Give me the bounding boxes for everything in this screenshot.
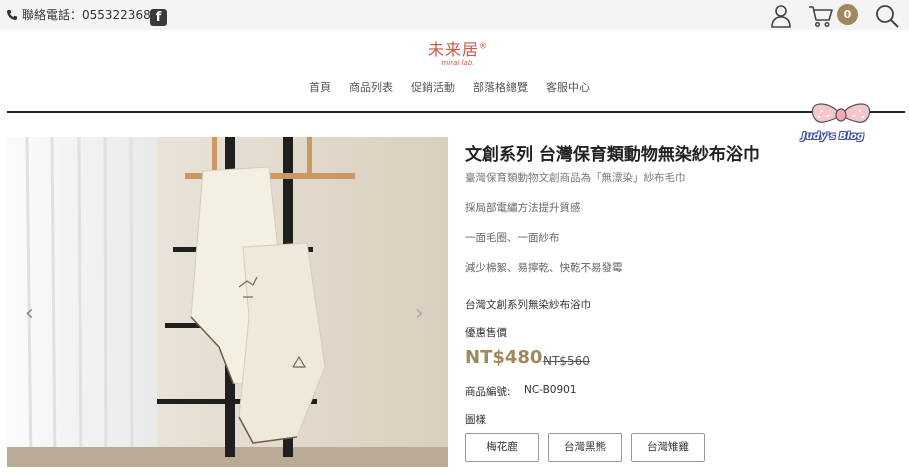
product-feature: 減少棉絮、易擰乾、快乾不易發霉 bbox=[465, 262, 623, 274]
pattern-option-bear[interactable]: 台灣黑熊 bbox=[548, 433, 622, 462]
cart-count-badge[interactable]: 0 bbox=[837, 4, 858, 25]
pattern-options: 梅花鹿 台灣黑熊 台灣雉雞 bbox=[465, 433, 705, 462]
gallery-next-button[interactable]: › bbox=[415, 301, 424, 326]
product-subtitle: 臺灣保育類動物文創商品為「無漂染」紗布毛巾 bbox=[465, 172, 686, 184]
pattern-option-pheasant[interactable]: 台灣雉雞 bbox=[631, 433, 705, 462]
nav-item-blog[interactable]: 部落格總覽 bbox=[464, 79, 537, 95]
product-feature: 採局部電繡方法提升質感 bbox=[465, 202, 581, 214]
contact-phone: 聯絡電話：055322368 bbox=[6, 6, 151, 23]
top-bar: 聯絡電話：055322368 f 0 bbox=[0, 0, 909, 30]
logo-subtext: mirai lab. bbox=[441, 59, 475, 67]
logo-text: 未来居 bbox=[428, 40, 480, 59]
search-icon[interactable] bbox=[874, 3, 900, 29]
phone-icon bbox=[7, 9, 17, 20]
sale-price: NT$480 bbox=[465, 347, 543, 368]
nav-item-support[interactable]: 客服中心 bbox=[537, 79, 599, 95]
price-label: 優惠售價 bbox=[465, 327, 507, 339]
towel-photo bbox=[7, 137, 448, 467]
product-feature: 一面毛圈、一面紗布 bbox=[465, 232, 560, 244]
cart-icon[interactable] bbox=[808, 4, 834, 28]
blog-watermark: Judy's Blog bbox=[802, 131, 865, 142]
original-price: NT$560 bbox=[543, 354, 590, 368]
product-name: 台灣文創系列無染紗布浴巾 bbox=[465, 299, 591, 311]
account-icon[interactable] bbox=[770, 4, 792, 28]
registered-mark: ® bbox=[479, 41, 489, 51]
pattern-label: 圖樣 bbox=[465, 414, 486, 426]
facebook-icon[interactable]: f bbox=[150, 9, 167, 26]
gallery-prev-button[interactable]: ‹ bbox=[25, 301, 34, 326]
phone-text: 聯絡電話：055322368 bbox=[22, 8, 151, 22]
nav-item-promotions[interactable]: 促銷活動 bbox=[402, 79, 464, 95]
bow-watermark-icon bbox=[811, 103, 871, 123]
site-logo[interactable]: 未来居® mirai lab. bbox=[428, 36, 488, 67]
pattern-option-deer[interactable]: 梅花鹿 bbox=[465, 433, 539, 462]
sku-label: 商品編號: bbox=[465, 386, 511, 398]
nav-item-home[interactable]: 首頁 bbox=[300, 79, 340, 95]
sku-value: NC-B0901 bbox=[524, 384, 577, 396]
product-image[interactable]: ‹ › bbox=[7, 137, 448, 467]
main-nav: 首頁 商品列表 促銷活動 部落格總覽 客服中心 bbox=[300, 79, 599, 95]
header-divider bbox=[7, 111, 905, 113]
nav-item-products[interactable]: 商品列表 bbox=[340, 79, 402, 95]
product-title: 文創系列 台灣保育類動物無染紗布浴巾 bbox=[465, 145, 760, 165]
